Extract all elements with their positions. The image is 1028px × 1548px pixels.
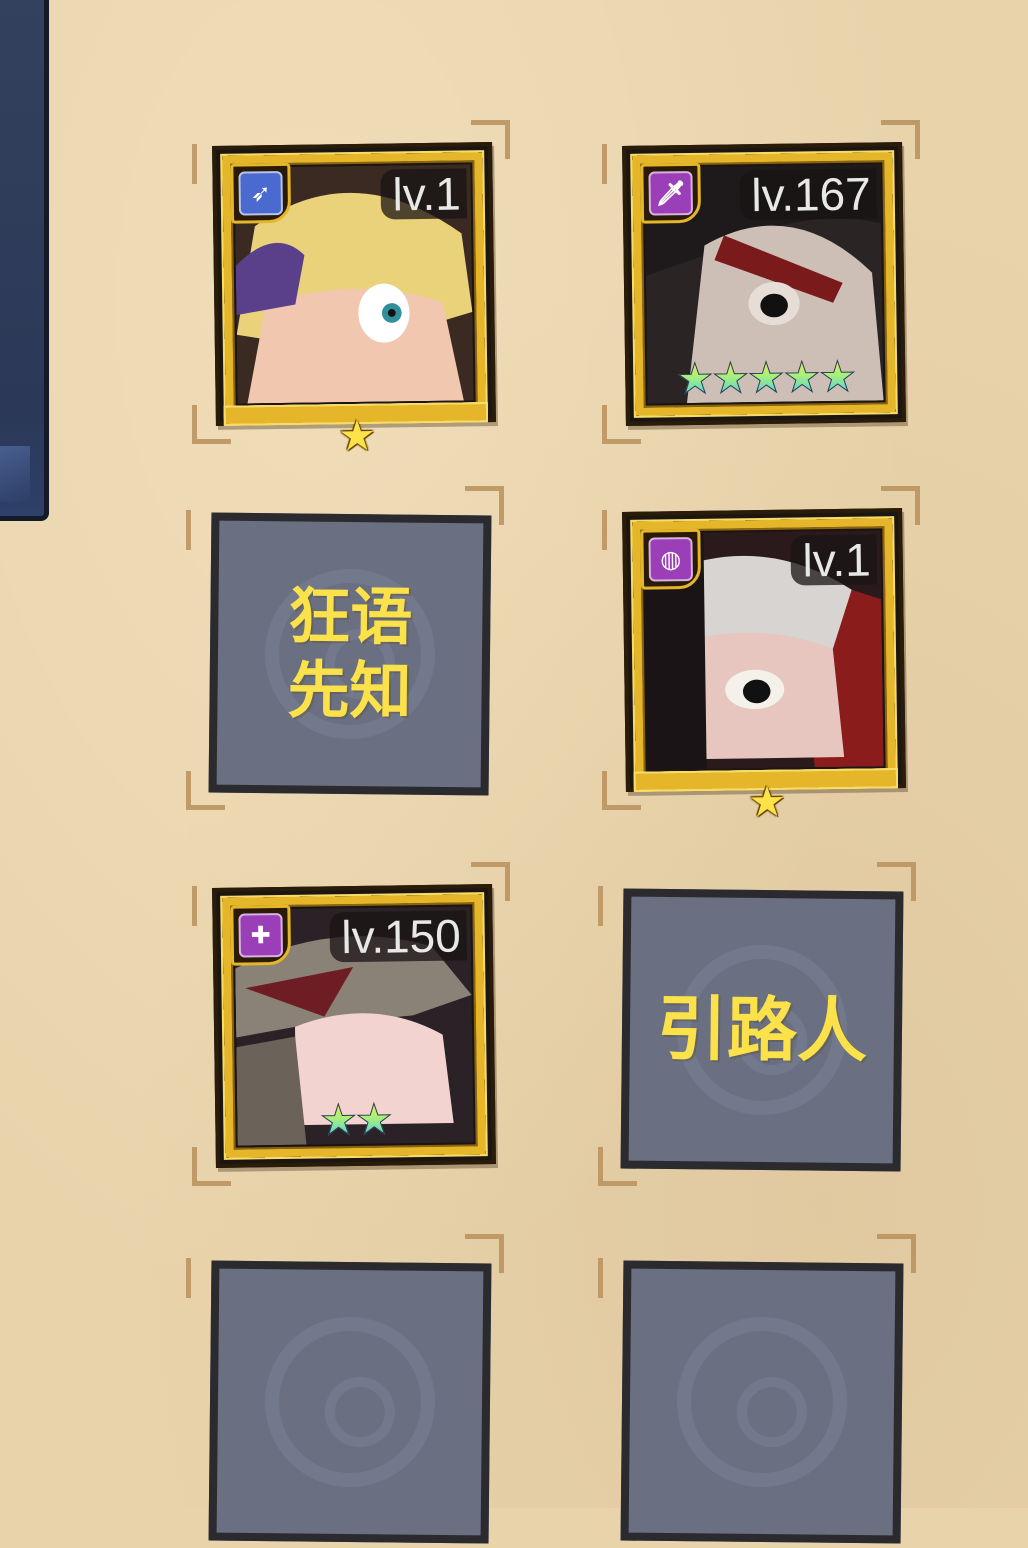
team-slot-8[interactable]	[598, 1234, 916, 1548]
dagger-icon: 🗡	[640, 162, 702, 224]
corner-bracket	[602, 144, 607, 184]
slot-label-line: 狂语	[287, 579, 413, 654]
hero-card[interactable]: ➶ lv.1 ★★★★★	[212, 142, 496, 460]
side-panel-edge	[0, 0, 49, 521]
slot-label-line: 引路人	[656, 987, 868, 1073]
team-slot-4[interactable]: ◍ lv.1 ★★★★★	[602, 486, 920, 826]
hero-card[interactable]: 🗡 lv.167 ★★★★★	[622, 142, 906, 426]
bow-icon: ➶	[230, 162, 292, 224]
corner-bracket	[598, 886, 603, 926]
team-slot-6[interactable]: 引路人	[598, 862, 916, 1186]
hero-card[interactable]: ◍ lv.1 ★★★★★	[622, 508, 906, 826]
slot-label: 狂语 先知	[217, 579, 483, 730]
panel-glint	[0, 446, 30, 502]
hero-level: lv.167	[739, 168, 878, 221]
team-slot-2[interactable]: 🗡 lv.167 ★★★★★	[602, 120, 920, 444]
empty-slot[interactable]: 引路人	[620, 888, 904, 1172]
corner-bracket	[192, 886, 197, 926]
team-slot-3[interactable]: 狂语 先知	[186, 486, 504, 810]
orb-icon: ◍	[640, 528, 702, 590]
star-rating: ★★★★★	[629, 351, 902, 404]
slot-label: 引路人	[630, 987, 895, 1073]
hero-level: lv.150	[329, 910, 468, 963]
star-icon: ★	[782, 352, 820, 402]
star-icon: ★	[747, 352, 784, 403]
star-icon: ★	[711, 353, 748, 403]
empty-slot[interactable]	[620, 1260, 904, 1544]
slot-label-line: 先知	[287, 653, 412, 728]
star-icon: ★	[354, 1094, 392, 1144]
slot-emblem-icon	[264, 1316, 436, 1488]
star-icon: ★	[675, 353, 713, 404]
empty-slot[interactable]	[208, 1260, 492, 1544]
star-icon: ★	[225, 404, 486, 460]
star-icon: ★	[818, 351, 855, 402]
corner-bracket	[192, 144, 197, 184]
hero-level: lv.1	[790, 534, 878, 586]
hero-card[interactable]: ✚ lv.150 ★★	[212, 884, 496, 1168]
slot-emblem-icon	[676, 1316, 848, 1488]
corner-bracket	[186, 510, 191, 550]
hero-level: lv.1	[380, 168, 468, 220]
star-icon: ★	[635, 770, 896, 826]
corner-bracket	[602, 510, 607, 550]
team-slot-1[interactable]: ➶ lv.1 ★★★★★	[192, 120, 510, 460]
team-slot-7[interactable]	[186, 1234, 504, 1548]
corner-bracket	[186, 1258, 191, 1298]
star-rating: ★★	[219, 1094, 492, 1145]
empty-slot[interactable]: 狂语 先知	[208, 512, 492, 796]
corner-bracket	[598, 1258, 603, 1298]
plus-icon: ✚	[230, 904, 292, 966]
star-icon: ★	[319, 1094, 356, 1145]
team-slot-5[interactable]: ✚ lv.150 ★★	[192, 862, 510, 1186]
